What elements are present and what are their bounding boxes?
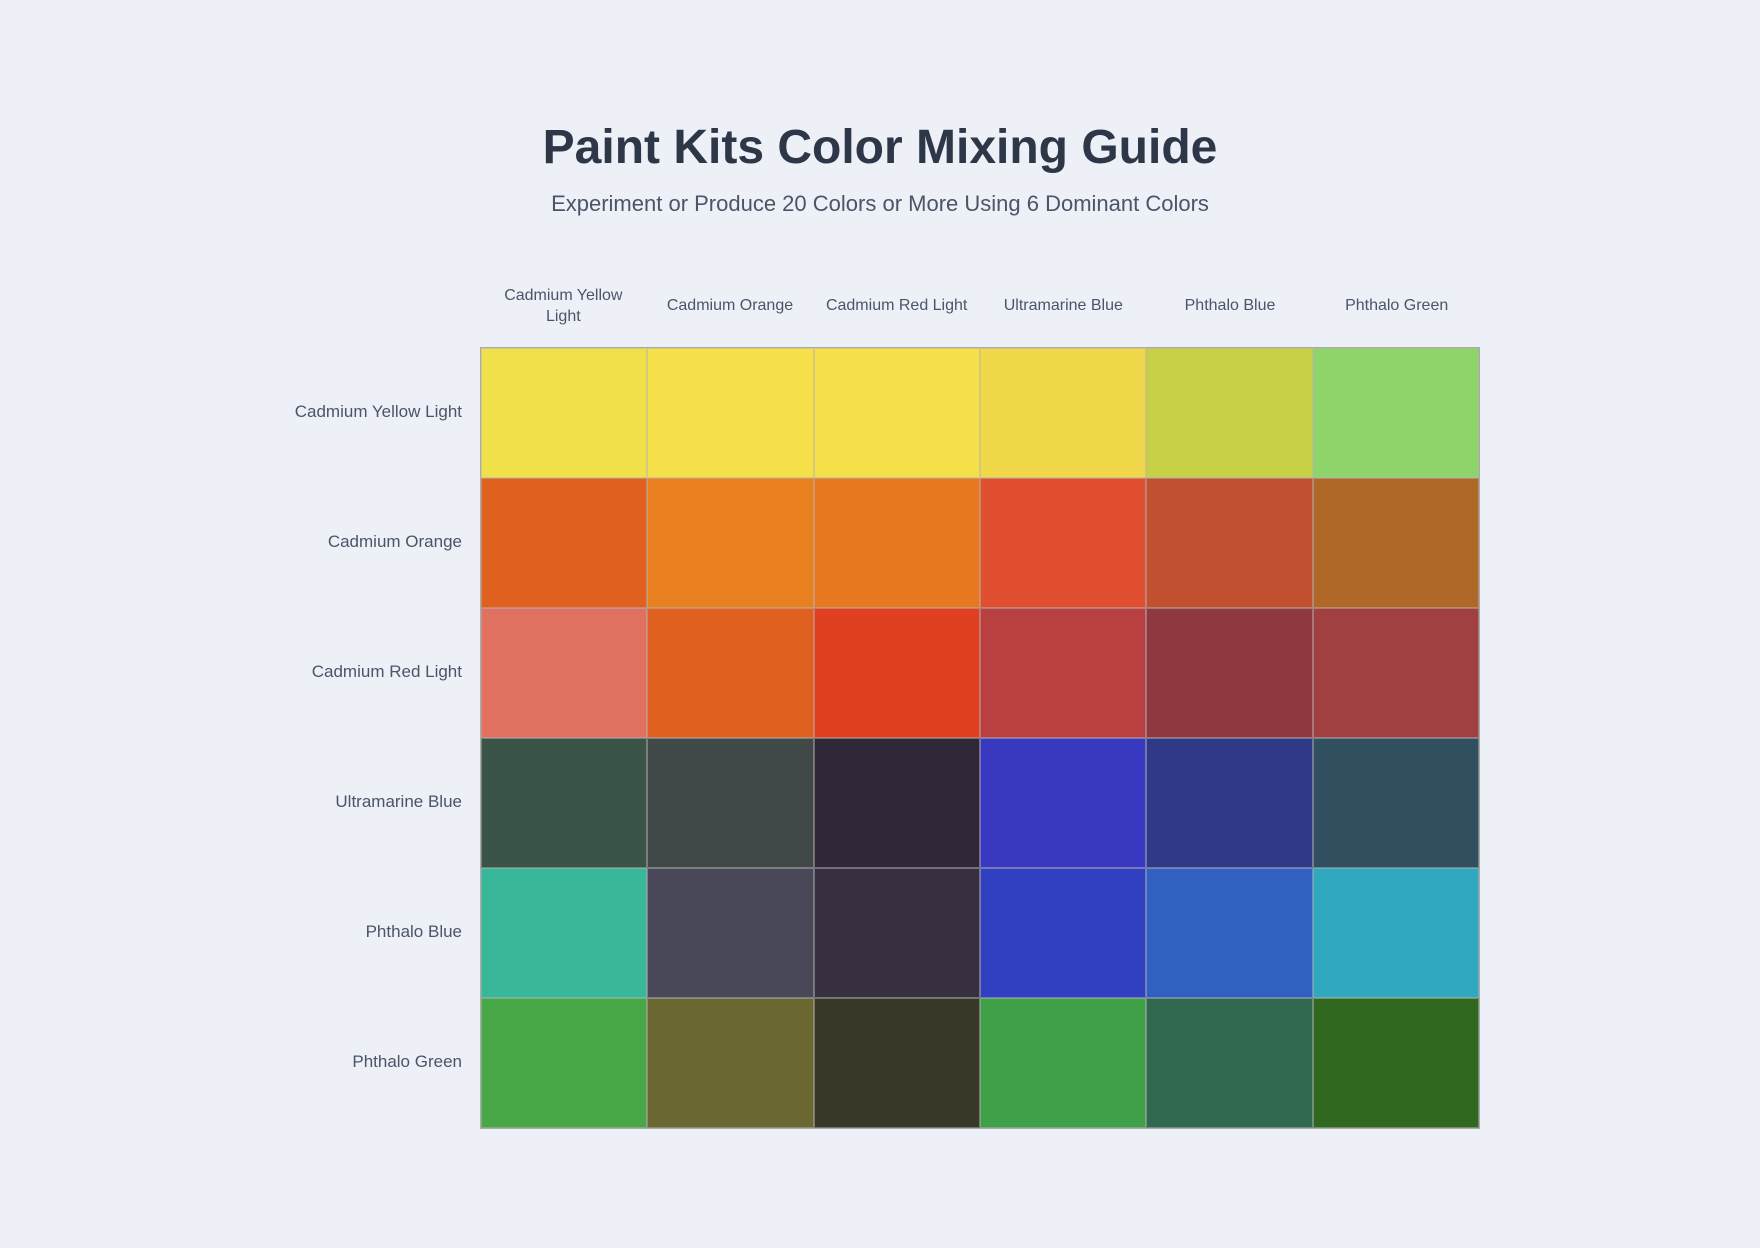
col-header-2: Cadmium Red Light	[813, 267, 980, 347]
color-cell-0-1	[647, 348, 813, 478]
color-cell-0-2	[814, 348, 980, 478]
row-labels: Cadmium Yellow LightCadmium OrangeCadmiu…	[280, 267, 480, 1129]
color-cell-3-5	[1313, 738, 1479, 868]
color-cell-5-2	[814, 998, 980, 1128]
grid-section: Cadmium Yellow LightCadmium OrangeCadmiu…	[480, 267, 1480, 1129]
color-cell-4-5	[1313, 868, 1479, 998]
color-cell-1-0	[481, 478, 647, 608]
row-label-0: Cadmium Yellow Light	[280, 347, 480, 477]
color-cell-3-1	[647, 738, 813, 868]
color-cell-4-4	[1146, 868, 1312, 998]
page-container: Paint Kits Color Mixing Guide Experiment…	[220, 70, 1540, 1179]
col-header-4: Phthalo Blue	[1147, 267, 1314, 347]
color-cell-4-0	[481, 868, 647, 998]
col-header-3: Ultramarine Blue	[980, 267, 1147, 347]
color-cell-2-4	[1146, 608, 1312, 738]
color-cell-5-3	[980, 998, 1146, 1128]
color-cell-4-1	[647, 868, 813, 998]
row-label-2: Cadmium Red Light	[280, 607, 480, 737]
color-cell-2-2	[814, 608, 980, 738]
color-cell-4-2	[814, 868, 980, 998]
page-title: Paint Kits Color Mixing Guide	[280, 120, 1480, 175]
color-grid-wrapper: Cadmium Yellow LightCadmium OrangeCadmiu…	[280, 267, 1480, 1129]
color-cell-1-1	[647, 478, 813, 608]
col-header-5: Phthalo Green	[1313, 267, 1480, 347]
color-cell-0-0	[481, 348, 647, 478]
color-cell-0-3	[980, 348, 1146, 478]
color-cell-3-2	[814, 738, 980, 868]
color-cell-3-0	[481, 738, 647, 868]
color-cell-2-5	[1313, 608, 1479, 738]
col-header-1: Cadmium Orange	[647, 267, 814, 347]
color-grid	[480, 347, 1480, 1129]
col-headers: Cadmium Yellow LightCadmium OrangeCadmiu…	[480, 267, 1480, 347]
color-cell-3-4	[1146, 738, 1312, 868]
page-subtitle: Experiment or Produce 20 Colors or More …	[280, 191, 1480, 217]
color-cell-2-0	[481, 608, 647, 738]
label-spacer	[280, 267, 480, 347]
color-cell-3-3	[980, 738, 1146, 868]
color-cell-5-4	[1146, 998, 1312, 1128]
row-label-3: Ultramarine Blue	[280, 737, 480, 867]
color-cell-1-2	[814, 478, 980, 608]
color-cell-4-3	[980, 868, 1146, 998]
row-label-1: Cadmium Orange	[280, 477, 480, 607]
color-cell-2-1	[647, 608, 813, 738]
color-cell-1-3	[980, 478, 1146, 608]
color-cell-2-3	[980, 608, 1146, 738]
color-cell-0-4	[1146, 348, 1312, 478]
color-cell-5-1	[647, 998, 813, 1128]
row-label-4: Phthalo Blue	[280, 867, 480, 997]
color-cell-5-5	[1313, 998, 1479, 1128]
color-cell-1-4	[1146, 478, 1312, 608]
row-label-5: Phthalo Green	[280, 997, 480, 1127]
color-cell-5-0	[481, 998, 647, 1128]
col-header-0: Cadmium Yellow Light	[480, 267, 647, 347]
color-cell-0-5	[1313, 348, 1479, 478]
color-cell-1-5	[1313, 478, 1479, 608]
